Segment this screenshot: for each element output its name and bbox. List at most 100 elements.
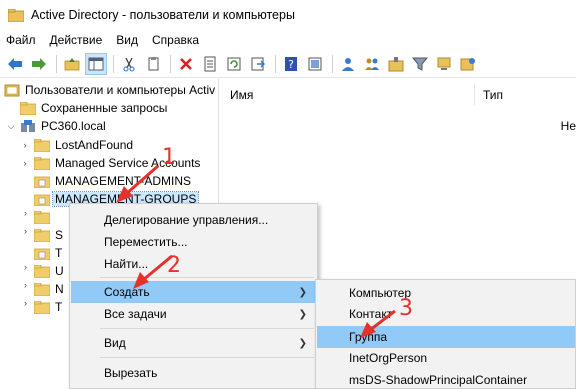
submenu-item-label: Контакт: [349, 307, 393, 321]
menu-item-label: Найти...: [104, 257, 149, 271]
tree-saved-queries[interactable]: Сохраненные запросы: [16, 99, 167, 117]
column-name-header[interactable]: Имя: [221, 85, 475, 105]
folder-icon: [34, 228, 50, 242]
submenu-item-contact[interactable]: Контакт: [317, 303, 575, 325]
properties-icon[interactable]: [199, 53, 221, 75]
tree-saved-queries-label: Сохраненные запросы: [41, 101, 168, 115]
tree-item-label: S: [55, 228, 64, 242]
window-title: Active Directory - пользователи и компью…: [31, 8, 295, 22]
ou-icon: [34, 248, 50, 260]
tree-item[interactable]: › LostAndFound: [20, 136, 134, 154]
chevron-right-icon[interactable]: ›: [24, 262, 27, 272]
filter-icon[interactable]: [409, 53, 431, 75]
add-to-group-icon[interactable]: [457, 53, 479, 75]
folder-icon: [34, 300, 50, 314]
tree-item-label: Managed Service Accounts: [55, 156, 201, 170]
chevron-down-icon[interactable]: ⌵: [6, 121, 16, 132]
tree-item[interactable]: MANAGEMENT-ADMINS: [20, 172, 191, 190]
chevron-right-icon[interactable]: ›: [20, 140, 30, 150]
tree-root[interactable]: Пользователи и компьютеры Activ: [4, 81, 215, 99]
menu-item-find[interactable]: Найти...: [71, 253, 317, 275]
menu-item-all-tasks[interactable]: Все задачи ❯: [71, 303, 317, 325]
tree-item[interactable]: T: [30, 244, 62, 262]
add-computer-icon[interactable]: [433, 53, 455, 75]
tree-item[interactable]: [30, 208, 55, 226]
menu-bar: Файл Действие Вид Справка: [0, 30, 576, 50]
up-folder-icon[interactable]: [61, 53, 83, 75]
create-submenu: Компьютер Контакт Группа InetOrgPerson m…: [315, 279, 576, 389]
menu-item-view[interactable]: Вид ❯: [71, 332, 317, 354]
annotation-step-3: 3: [399, 296, 413, 321]
folder-icon: [20, 101, 36, 115]
ad-root-icon: [4, 84, 20, 96]
column-type-header[interactable]: Тип: [475, 85, 503, 105]
list-header: Имя Тип: [221, 85, 576, 105]
annotation-step-1: 1: [162, 145, 176, 170]
tree-item-label: N: [55, 282, 64, 296]
folder-icon: [34, 264, 50, 278]
add-user-icon[interactable]: [337, 53, 359, 75]
chevron-right-icon[interactable]: ›: [24, 208, 27, 218]
title-bar: Active Directory - пользователи и компью…: [0, 0, 576, 30]
toolbar: ?: [0, 50, 576, 78]
submenu-item-computer[interactable]: Компьютер: [317, 282, 575, 304]
tree-item-label: T: [55, 300, 63, 314]
menu-item-label: Делегирование управления...: [104, 213, 269, 227]
ou-icon: [34, 194, 50, 206]
tree-item[interactable]: U: [30, 262, 64, 280]
folder-icon: [34, 282, 50, 296]
folder-icon: [34, 156, 50, 170]
add-ou-icon[interactable]: [385, 53, 407, 75]
tree-root-label: Пользователи и компьютеры Activ: [25, 83, 216, 97]
tree-domain[interactable]: ⌵ PC360.local: [6, 117, 106, 135]
menu-item-delegate[interactable]: Делегирование управления...: [71, 209, 317, 231]
export-icon[interactable]: [247, 53, 269, 75]
folder-icon: [34, 210, 50, 224]
menu-item-move[interactable]: Переместить...: [71, 231, 317, 253]
menu-item-cut[interactable]: Вырезать: [71, 362, 317, 384]
chevron-right-icon[interactable]: ›: [20, 158, 30, 168]
domain-icon: [21, 119, 35, 132]
tree-item-label: U: [55, 264, 64, 278]
menu-view[interactable]: Вид: [109, 30, 145, 50]
submenu-item-msds-shadow[interactable]: msDS-ShadowPrincipalContainer: [317, 369, 575, 389]
forward-arrow-icon[interactable]: [28, 53, 50, 75]
menu-item-create[interactable]: Создать ❯: [71, 281, 317, 303]
tree-item[interactable]: S: [30, 226, 63, 244]
tree-item-label: LostAndFound: [55, 138, 134, 152]
chevron-right-icon[interactable]: ›: [24, 298, 27, 308]
context-menu: Делегирование управления... Переместить.…: [69, 203, 318, 389]
help-book-icon[interactable]: [304, 53, 326, 75]
tree-domain-label: PC360.local: [41, 119, 106, 133]
delete-icon[interactable]: [175, 53, 197, 75]
chevron-right-icon[interactable]: ›: [24, 280, 27, 290]
cut-icon[interactable]: [118, 53, 140, 75]
chevron-right-icon[interactable]: ›: [24, 226, 27, 236]
submenu-item-group[interactable]: Группа: [317, 326, 575, 348]
back-arrow-icon[interactable]: [4, 53, 26, 75]
submenu-item-label: msDS-ShadowPrincipalContainer: [349, 373, 528, 387]
console-tree-icon[interactable]: [85, 52, 107, 75]
annotation-step-2: 2: [167, 253, 181, 278]
menu-item-label: Переместить...: [104, 235, 188, 249]
menu-item-label: Вид: [104, 336, 126, 350]
svg-text:?: ?: [288, 58, 294, 71]
menu-file[interactable]: Файл: [0, 30, 43, 50]
chevron-right-icon: ❯: [298, 308, 307, 320]
submenu-item-inetorgperson[interactable]: InetOrgPerson: [317, 347, 575, 369]
menu-item-label: Вырезать: [104, 366, 158, 380]
folder-icon: [34, 138, 50, 152]
help-icon[interactable]: ?: [280, 53, 302, 75]
menu-action[interactable]: Действие: [43, 30, 110, 50]
submenu-item-label: InetOrgPerson: [349, 351, 428, 365]
menu-item-label: Все задачи: [104, 307, 167, 321]
tree-item[interactable]: N: [30, 280, 64, 298]
ou-icon: [34, 176, 50, 188]
menu-help[interactable]: Справка: [145, 30, 206, 50]
tree-item[interactable]: T: [30, 298, 62, 316]
add-group-icon[interactable]: [361, 53, 383, 75]
chevron-right-icon: ❯: [298, 337, 307, 349]
refresh-icon[interactable]: [223, 53, 245, 75]
copy-icon[interactable]: [142, 53, 164, 75]
menu-item-label: Создать: [104, 285, 150, 299]
